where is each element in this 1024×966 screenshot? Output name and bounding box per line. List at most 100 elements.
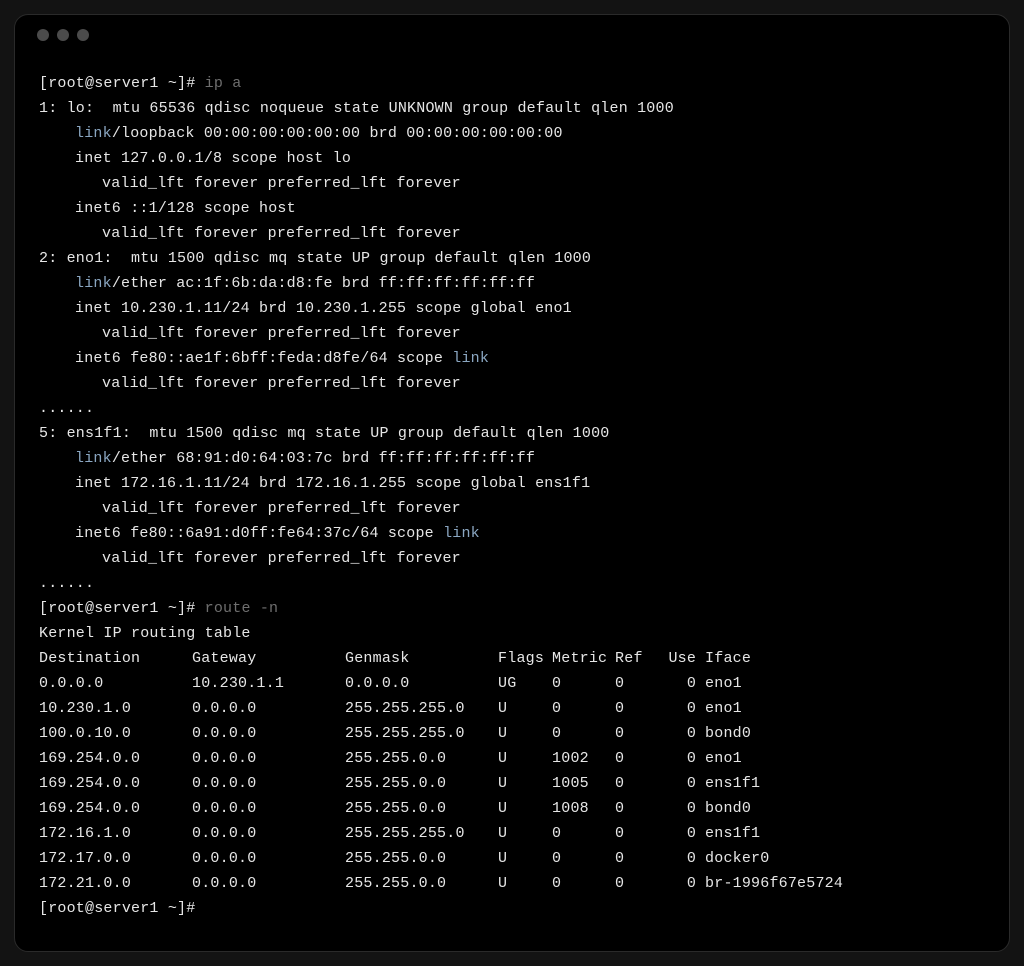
route-ref: 0 — [615, 796, 651, 821]
link-keyword: link — [443, 525, 480, 542]
route-metric: 0 — [552, 846, 615, 871]
route-iface: bond0 — [705, 796, 985, 821]
interface-valid-line: valid_lft forever preferred_lft forever — [39, 496, 985, 521]
route-gateway: 0.0.0.0 — [192, 696, 345, 721]
prompt-line: [root@server1 ~]# ip a — [39, 71, 985, 96]
route-gateway: 0.0.0.0 — [192, 846, 345, 871]
route-genmask: 255.255.0.0 — [345, 846, 498, 871]
route-metric: 0 — [552, 871, 615, 896]
route-genmask: 255.255.0.0 — [345, 771, 498, 796]
interface-valid-line: valid_lft forever preferred_lft forever — [39, 546, 985, 571]
route-metric: 0 — [552, 721, 615, 746]
route-use: 0 — [651, 796, 705, 821]
route-iface: ens1f1 — [705, 771, 985, 796]
route-gateway: 0.0.0.0 — [192, 721, 345, 746]
route-title: Kernel IP routing table — [39, 621, 985, 646]
route-destination: 10.230.1.0 — [39, 696, 192, 721]
route-row: 172.16.1.00.0.0.0255.255.255.0U000ens1f1 — [39, 821, 985, 846]
route-row: 169.254.0.00.0.0.0255.255.0.0U100200eno1 — [39, 746, 985, 771]
route-gateway: 0.0.0.0 — [192, 771, 345, 796]
interface-valid-line: valid_lft forever preferred_lft forever — [39, 171, 985, 196]
route-flags: U — [498, 796, 552, 821]
interface-valid-line: valid_lft forever preferred_lft forever — [39, 371, 985, 396]
route-use: 0 — [651, 696, 705, 721]
prompt-line: [root@server1 ~]# — [39, 896, 985, 921]
col-gateway: Gateway — [192, 646, 345, 671]
col-metric: Metric — [552, 646, 615, 671]
route-flags: U — [498, 721, 552, 746]
route-flags: U — [498, 821, 552, 846]
interface-header: 5: ens1f1: mtu 1500 qdisc mq state UP gr… — [39, 421, 985, 446]
route-genmask: 0.0.0.0 — [345, 671, 498, 696]
zoom-icon[interactable] — [77, 29, 89, 41]
interface-addr-line: inet 10.230.1.11/24 brd 10.230.1.255 sco… — [39, 296, 985, 321]
route-destination: 169.254.0.0 — [39, 771, 192, 796]
route-gateway: 0.0.0.0 — [192, 746, 345, 771]
route-iface: eno1 — [705, 696, 985, 721]
link-keyword: link — [75, 125, 112, 142]
route-genmask: 255.255.255.0 — [345, 696, 498, 721]
route-use: 0 — [651, 771, 705, 796]
route-use: 0 — [651, 821, 705, 846]
interface-addr-line: inet6 ::1/128 scope host — [39, 196, 985, 221]
interface-header: 2: eno1: mtu 1500 qdisc mq state UP grou… — [39, 246, 985, 271]
shell-prompt: [root@server1 ~]# — [39, 75, 195, 92]
route-destination: 169.254.0.0 — [39, 796, 192, 821]
interface-valid-line: valid_lft forever preferred_lft forever — [39, 221, 985, 246]
route-metric: 1002 — [552, 746, 615, 771]
route-metric: 0 — [552, 821, 615, 846]
route-ref: 0 — [615, 746, 651, 771]
route-metric: 0 — [552, 671, 615, 696]
interface-addr-line: inet 127.0.0.1/8 scope host lo — [39, 146, 985, 171]
ellipsis-line: ...... — [39, 396, 985, 421]
route-row: 169.254.0.00.0.0.0255.255.0.0U100500ens1… — [39, 771, 985, 796]
link-keyword: link — [75, 450, 112, 467]
col-ref: Ref — [615, 646, 651, 671]
terminal-output[interactable]: [root@server1 ~]# ip a1: lo: mtu 65536 q… — [15, 53, 1009, 945]
route-flags: UG — [498, 671, 552, 696]
col-flags: Flags — [498, 646, 552, 671]
route-genmask: 255.255.0.0 — [345, 796, 498, 821]
route-ref: 0 — [615, 671, 651, 696]
route-flags: U — [498, 696, 552, 721]
link-keyword: link — [452, 350, 489, 367]
col-destination: Destination — [39, 646, 192, 671]
route-ref: 0 — [615, 771, 651, 796]
route-row: 100.0.10.00.0.0.0255.255.255.0U000bond0 — [39, 721, 985, 746]
prompt-line: [root@server1 ~]# route -n — [39, 596, 985, 621]
route-destination: 100.0.10.0 — [39, 721, 192, 746]
route-flags: U — [498, 846, 552, 871]
link-keyword: link — [75, 275, 112, 292]
route-iface: docker0 — [705, 846, 985, 871]
route-ref: 0 — [615, 871, 651, 896]
shell-prompt: [root@server1 ~]# — [39, 900, 195, 917]
window-controls — [15, 29, 1009, 53]
route-genmask: 255.255.255.0 — [345, 721, 498, 746]
route-row: 10.230.1.00.0.0.0255.255.255.0U000eno1 — [39, 696, 985, 721]
route-flags: U — [498, 871, 552, 896]
route-header-row: DestinationGatewayGenmaskFlagsMetricRefU… — [39, 646, 985, 671]
minimize-icon[interactable] — [57, 29, 69, 41]
command-route-n: route -n — [205, 600, 279, 617]
route-metric: 1008 — [552, 796, 615, 821]
route-destination: 172.16.1.0 — [39, 821, 192, 846]
route-row: 169.254.0.00.0.0.0255.255.0.0U100800bond… — [39, 796, 985, 821]
route-ref: 0 — [615, 821, 651, 846]
route-destination: 172.21.0.0 — [39, 871, 192, 896]
ellipsis-line: ...... — [39, 571, 985, 596]
col-use: Use — [651, 646, 705, 671]
route-genmask: 255.255.255.0 — [345, 821, 498, 846]
route-row: 172.17.0.00.0.0.0255.255.0.0U000docker0 — [39, 846, 985, 871]
route-iface: bond0 — [705, 721, 985, 746]
route-destination: 169.254.0.0 — [39, 746, 192, 771]
route-gateway: 0.0.0.0 — [192, 796, 345, 821]
command-ip-a: ip a — [205, 75, 242, 92]
route-metric: 1005 — [552, 771, 615, 796]
route-ref: 0 — [615, 696, 651, 721]
route-destination: 0.0.0.0 — [39, 671, 192, 696]
route-gateway: 10.230.1.1 — [192, 671, 345, 696]
route-ref: 0 — [615, 721, 651, 746]
route-use: 0 — [651, 746, 705, 771]
close-icon[interactable] — [37, 29, 49, 41]
route-iface: ens1f1 — [705, 821, 985, 846]
